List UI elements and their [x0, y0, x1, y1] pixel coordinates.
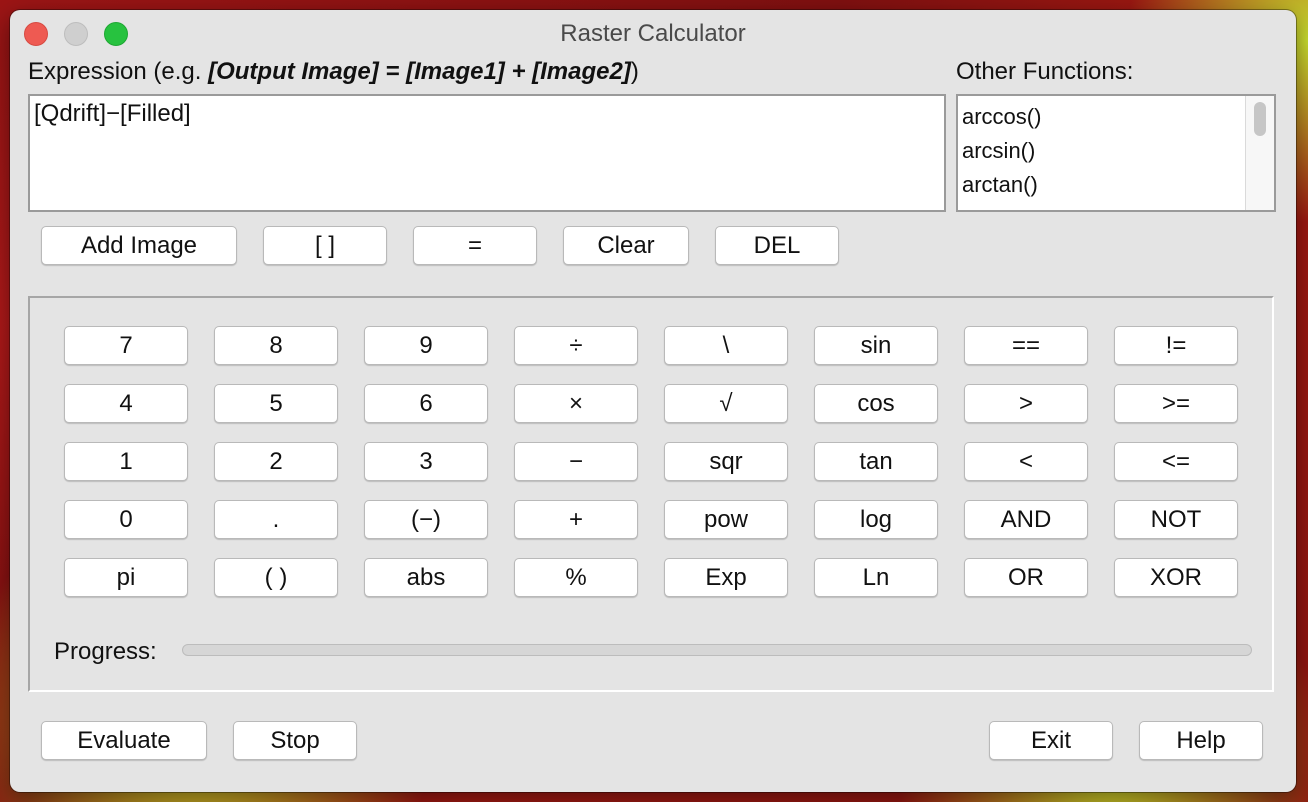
function-list-item[interactable]: arctan(): [958, 168, 1274, 202]
keypad-key[interactable]: pi: [64, 558, 188, 597]
keypad-key[interactable]: 8: [214, 326, 338, 365]
keypad-key[interactable]: ==: [964, 326, 1088, 365]
keypad-key[interactable]: 1: [64, 442, 188, 481]
evaluate-button[interactable]: Evaluate: [41, 721, 207, 760]
keypad-key[interactable]: 9: [364, 326, 488, 365]
keypad-key[interactable]: cos: [814, 384, 938, 423]
keypad-key[interactable]: −: [514, 442, 638, 481]
function-list-item[interactable]: arcsin(): [958, 134, 1274, 168]
functions-scrollbar-thumb[interactable]: [1254, 102, 1266, 136]
keypad-key[interactable]: <: [964, 442, 1088, 481]
keypad-key[interactable]: 5: [214, 384, 338, 423]
keypad-key[interactable]: +: [514, 500, 638, 539]
keypad-key[interactable]: \: [664, 326, 788, 365]
keypad-key[interactable]: abs: [364, 558, 488, 597]
keypad-key[interactable]: (−): [364, 500, 488, 539]
keypad-key[interactable]: 0: [64, 500, 188, 539]
keypad-key[interactable]: !=: [1114, 326, 1238, 365]
keypad-key[interactable]: 7: [64, 326, 188, 365]
keypad-key[interactable]: AND: [964, 500, 1088, 539]
keypad-key[interactable]: 2: [214, 442, 338, 481]
help-button[interactable]: Help: [1139, 721, 1263, 760]
expression-label-example: [Output Image] = [Image1] + [Image2]: [208, 58, 631, 85]
keypad-key[interactable]: ×: [514, 384, 638, 423]
keypad-key[interactable]: √: [664, 384, 788, 423]
keypad-key[interactable]: >: [964, 384, 1088, 423]
add-image-button[interactable]: Add Image: [41, 226, 237, 265]
clear-button[interactable]: Clear: [563, 226, 689, 265]
other-functions-list[interactable]: arccos()arcsin()arctan()cosh(): [956, 94, 1276, 212]
keypad-key[interactable]: pow: [664, 500, 788, 539]
keypad-key[interactable]: ÷: [514, 326, 638, 365]
equals-button[interactable]: =: [413, 226, 537, 265]
keypad-key[interactable]: ( ): [214, 558, 338, 597]
exit-button[interactable]: Exit: [989, 721, 1113, 760]
keypad-key[interactable]: OR: [964, 558, 1088, 597]
expression-label: Expression (e.g. [Output Image] = [Image…: [28, 58, 639, 86]
raster-calculator-window: Raster Calculator Expression (e.g. [Outp…: [10, 10, 1296, 792]
keypad-key[interactable]: sin: [814, 326, 938, 365]
keypad-key[interactable]: 3: [364, 442, 488, 481]
keypad-key[interactable]: 4: [64, 384, 188, 423]
function-list-item[interactable]: arccos(): [958, 100, 1274, 134]
expression-label-suffix: ): [630, 58, 639, 85]
keypad-key[interactable]: <=: [1114, 442, 1238, 481]
brackets-button[interactable]: [ ]: [263, 226, 387, 265]
expression-input[interactable]: [Qdrift]−[Filled]: [28, 94, 946, 212]
keypad-panel: 7 8 9 ÷ \ sin == != 4 5 6 × √ cos > >= 1 2 3− sqr tan < <= 0. (−…: [28, 296, 1274, 692]
keypad-key[interactable]: .: [214, 500, 338, 539]
window-title: Raster Calculator: [560, 20, 746, 47]
functions-scrollbar[interactable]: [1245, 96, 1274, 210]
other-functions-label: Other Functions:: [956, 58, 1134, 85]
del-button[interactable]: DEL: [715, 226, 839, 265]
keypad-key[interactable]: NOT: [1114, 500, 1238, 539]
keypad-key[interactable]: sqr: [664, 442, 788, 481]
keypad-key[interactable]: %: [514, 558, 638, 597]
expression-label-prefix: Expression (e.g.: [28, 58, 209, 85]
title-bar[interactable]: Raster Calculator: [10, 10, 1296, 54]
keypad-key[interactable]: >=: [1114, 384, 1238, 423]
keypad-key[interactable]: XOR: [1114, 558, 1238, 597]
progress-label: Progress:: [54, 638, 157, 665]
function-list-item[interactable]: cosh(): [958, 202, 1274, 210]
keypad-key[interactable]: 6: [364, 384, 488, 423]
keypad-key[interactable]: log: [814, 500, 938, 539]
keypad-key[interactable]: tan: [814, 442, 938, 481]
stop-button[interactable]: Stop: [233, 721, 357, 760]
keypad-key[interactable]: Exp: [664, 558, 788, 597]
keypad-key[interactable]: Ln: [814, 558, 938, 597]
progress-bar: [182, 644, 1252, 656]
